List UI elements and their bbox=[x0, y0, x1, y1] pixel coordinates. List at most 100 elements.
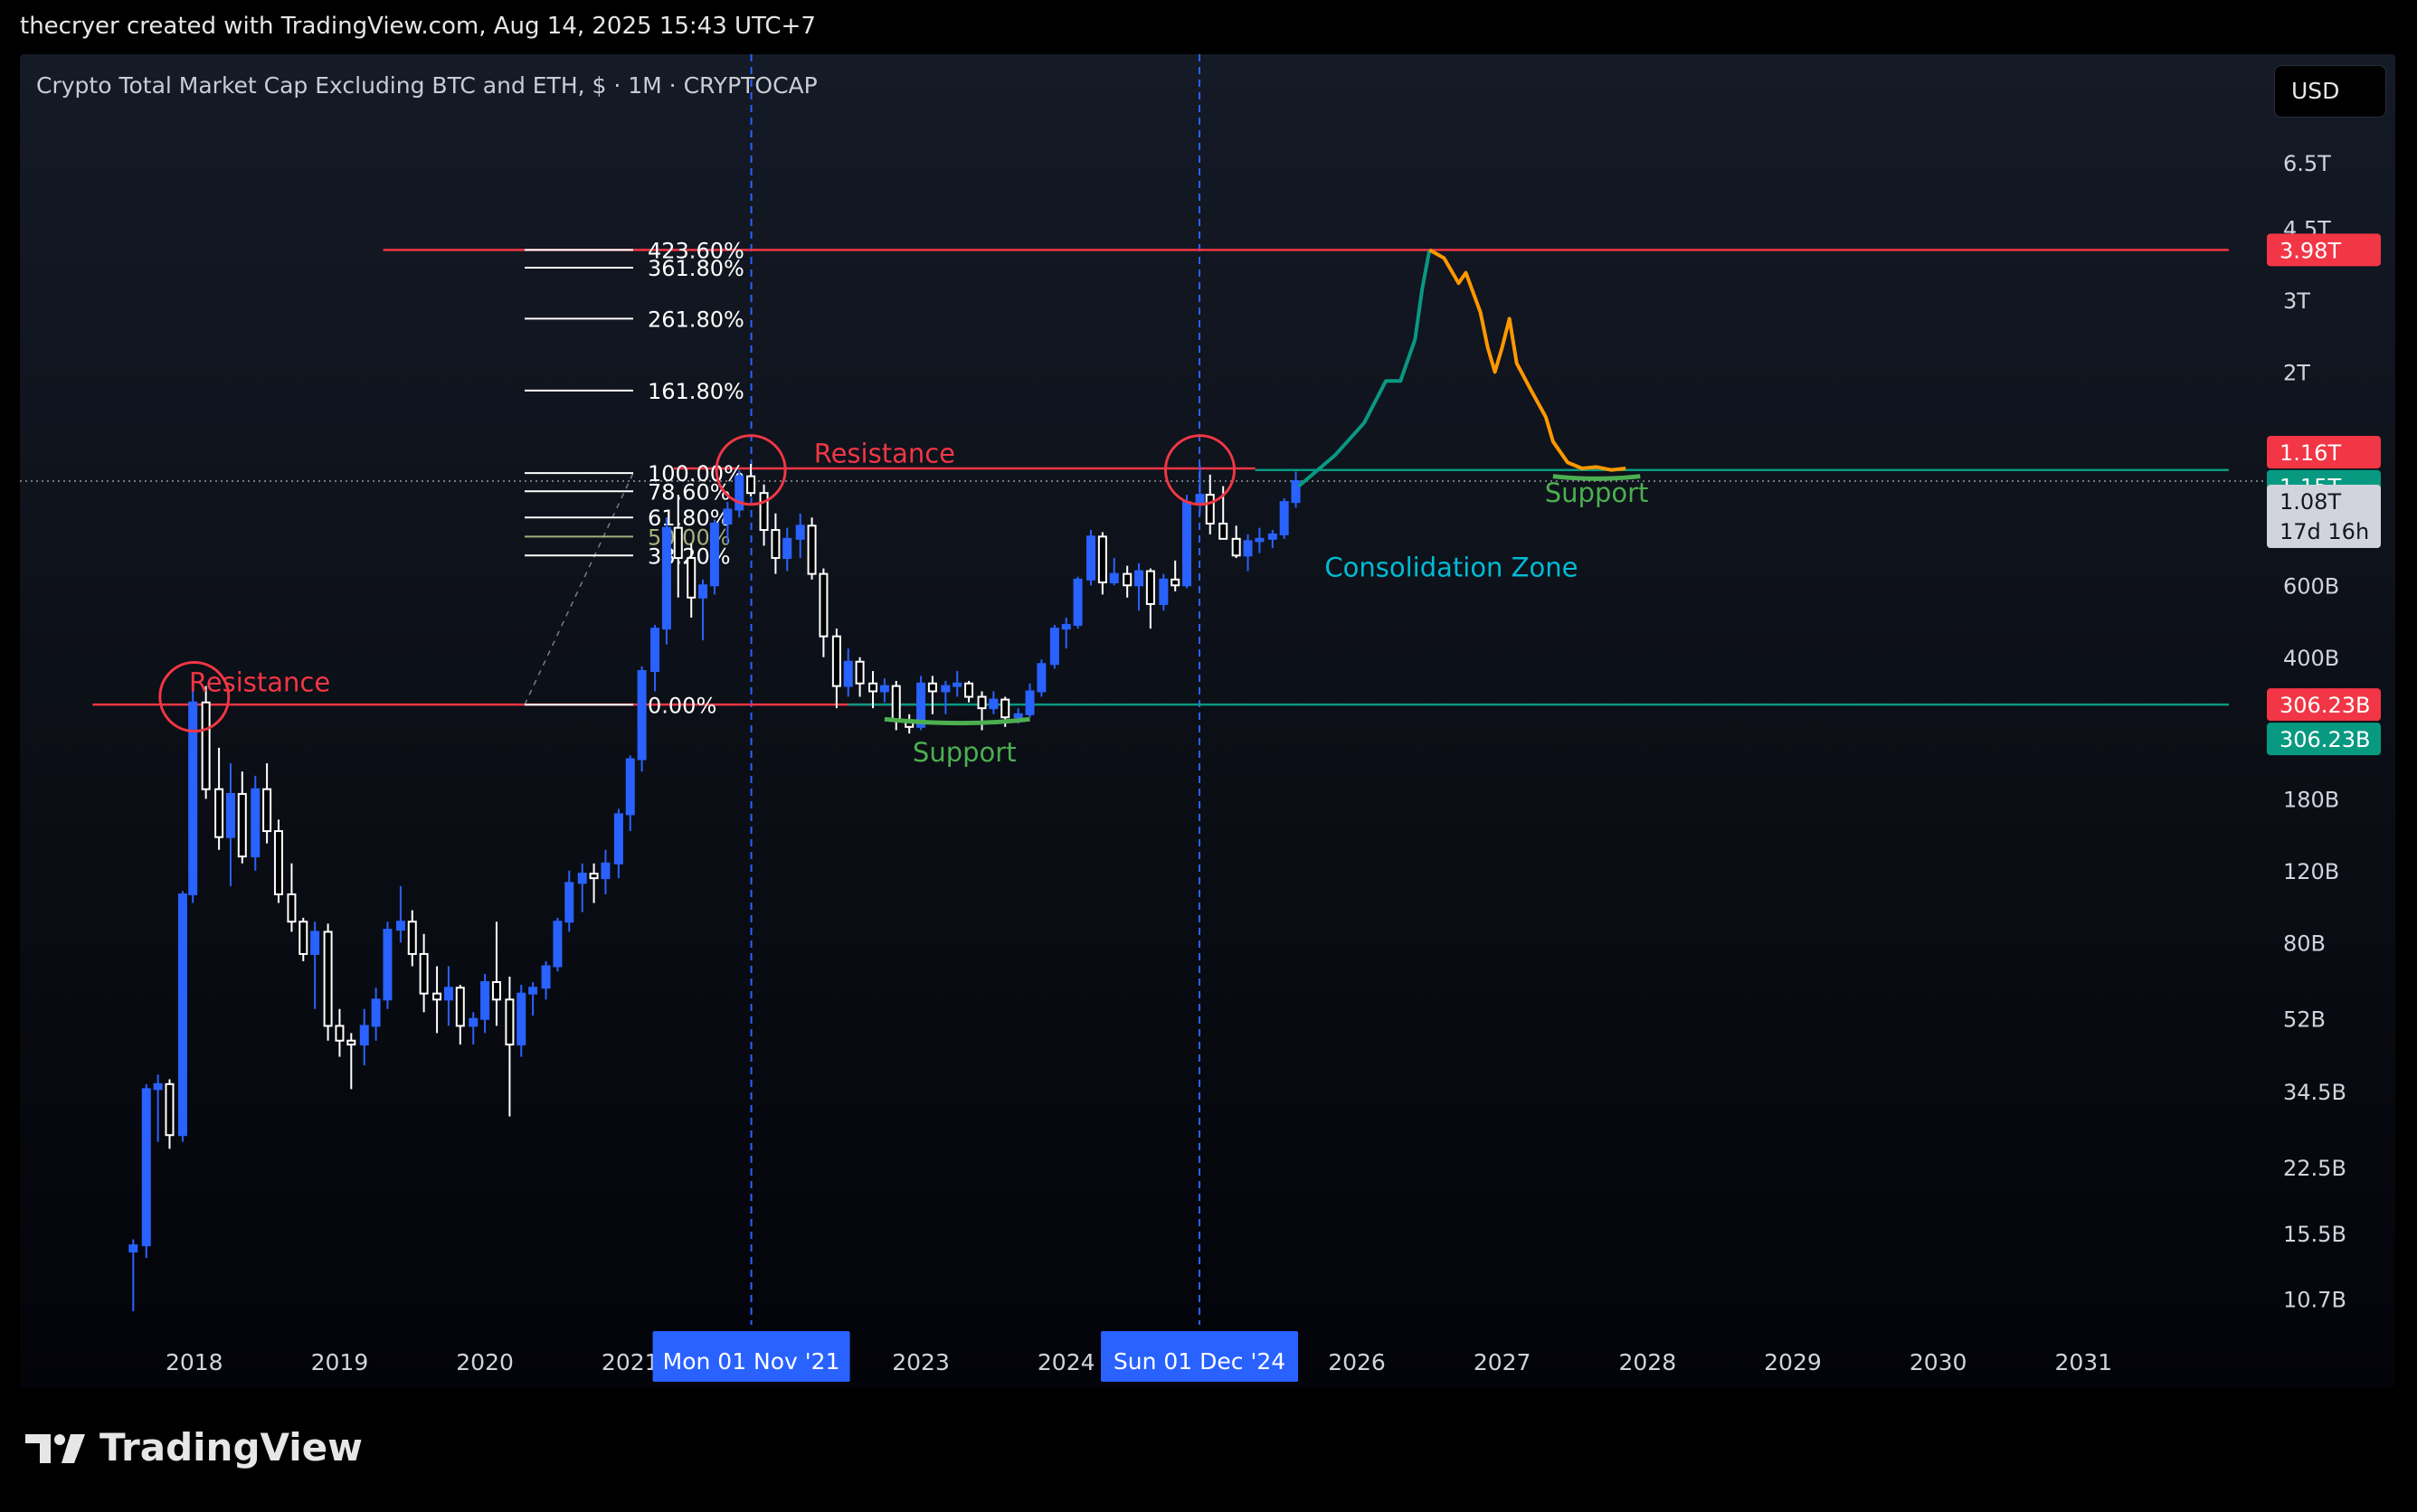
candle-body bbox=[1061, 624, 1071, 630]
candle-body bbox=[564, 882, 574, 923]
candle-body bbox=[953, 682, 962, 687]
candle-body bbox=[1145, 570, 1155, 605]
candle-body bbox=[1195, 494, 1205, 504]
date-label: Mon 01 Nov '21 bbox=[663, 1348, 840, 1375]
candle-body bbox=[153, 1082, 163, 1091]
x-axis-tick: 2023 bbox=[892, 1349, 950, 1375]
candle-body bbox=[819, 572, 829, 638]
candle-body bbox=[1182, 501, 1192, 587]
candle-body bbox=[1086, 535, 1096, 581]
y-axis-tick: 2T bbox=[2283, 360, 2310, 385]
candle-body bbox=[1279, 501, 1289, 535]
fib-level-label: 161.80% bbox=[648, 379, 744, 404]
candle-body bbox=[383, 929, 393, 1001]
y-axis-tick: 80B bbox=[2283, 931, 2326, 956]
x-axis-tick: 2026 bbox=[1328, 1349, 1386, 1375]
candle-body bbox=[577, 873, 587, 884]
fib-trend-line bbox=[524, 472, 634, 705]
candle-body bbox=[273, 830, 283, 895]
forecast-rise-line bbox=[1297, 250, 1432, 488]
x-axis-tick: 2024 bbox=[1038, 1349, 1095, 1375]
price-chart[interactable]: 423.60%361.80%261.80%161.80%100.00%78.60… bbox=[0, 0, 2417, 1512]
candle-body bbox=[335, 1025, 345, 1042]
candle-body bbox=[419, 952, 429, 995]
fib-level-label: 0.00% bbox=[648, 693, 716, 718]
candle-body bbox=[1159, 578, 1169, 605]
candle-body bbox=[528, 987, 538, 995]
x-axis-tick: 2027 bbox=[1474, 1349, 1531, 1375]
candle-body bbox=[517, 992, 526, 1046]
candle-body bbox=[432, 992, 442, 1001]
candle-body bbox=[395, 921, 405, 931]
candle-body bbox=[491, 981, 501, 1001]
x-axis-tick: 2029 bbox=[1764, 1349, 1822, 1375]
candle-body bbox=[1073, 578, 1083, 627]
candle-body bbox=[1205, 494, 1215, 525]
candle-body bbox=[637, 670, 647, 761]
candle-body bbox=[455, 987, 465, 1027]
x-axis-tick: 2028 bbox=[1619, 1349, 1677, 1375]
symbol-legend[interactable]: Crypto Total Market Cap Excluding BTC an… bbox=[36, 72, 818, 99]
price-label: 1.08T bbox=[2280, 489, 2341, 515]
candle-body bbox=[251, 788, 261, 858]
candle-body bbox=[879, 685, 889, 693]
candle-body bbox=[941, 685, 951, 693]
chart-annotation: Support bbox=[913, 737, 1017, 768]
x-axis-tick: 2031 bbox=[2054, 1349, 2112, 1375]
x-axis-tick: 2019 bbox=[311, 1349, 369, 1375]
candle-body bbox=[287, 893, 297, 923]
candle-body bbox=[1255, 537, 1265, 543]
y-axis-tick: 120B bbox=[2283, 859, 2339, 884]
y-axis-tick: 6.5T bbox=[2283, 151, 2331, 176]
candle-body bbox=[407, 921, 417, 955]
candle-body bbox=[359, 1025, 369, 1046]
y-axis-tick: 34.5B bbox=[2283, 1080, 2346, 1105]
candle-body bbox=[1231, 537, 1241, 557]
price-label: 1.16T bbox=[2280, 440, 2341, 466]
candle-body bbox=[1171, 578, 1180, 587]
candle-body bbox=[843, 660, 853, 687]
y-axis-tick: 10.7B bbox=[2283, 1288, 2346, 1313]
candle-body bbox=[214, 788, 224, 838]
candle-body bbox=[1049, 628, 1059, 666]
candle-body bbox=[807, 524, 817, 575]
candle-body bbox=[891, 685, 901, 722]
candle-body bbox=[1013, 713, 1023, 719]
price-label: 306.23B bbox=[2280, 693, 2370, 718]
chart-annotation: Resistance bbox=[189, 666, 330, 697]
tradingview-logo-icon bbox=[25, 1434, 85, 1463]
candle-body bbox=[589, 873, 599, 880]
candle-body bbox=[323, 931, 333, 1027]
y-axis-tick: 22.5B bbox=[2283, 1156, 2346, 1181]
candle-body bbox=[746, 475, 756, 495]
candle-body bbox=[1025, 690, 1035, 715]
candle-body bbox=[782, 537, 792, 560]
candle-body bbox=[613, 813, 623, 865]
candle-body bbox=[601, 862, 611, 880]
candle-body bbox=[735, 475, 744, 511]
support-underline bbox=[884, 716, 1030, 726]
candle-body bbox=[201, 701, 211, 790]
candle-body bbox=[759, 492, 769, 532]
y-axis-tick: 15.5B bbox=[2283, 1222, 2346, 1247]
y-axis-tick: 3T bbox=[2283, 288, 2310, 314]
x-axis-tick: 2021 bbox=[602, 1349, 659, 1375]
currency-button[interactable]: USD bbox=[2274, 65, 2386, 118]
x-axis-tick: 2018 bbox=[166, 1349, 223, 1375]
candle-body bbox=[687, 557, 697, 599]
candle-body bbox=[371, 998, 381, 1027]
candle-body bbox=[989, 698, 999, 710]
candle-body bbox=[795, 524, 805, 540]
candle-body bbox=[1000, 698, 1010, 719]
candle-body bbox=[346, 1039, 356, 1046]
candle-body bbox=[541, 965, 551, 989]
candle-body bbox=[723, 508, 733, 525]
y-axis-tick: 400B bbox=[2283, 646, 2339, 671]
brand-name: TradingView bbox=[100, 1425, 363, 1469]
candle-body bbox=[964, 682, 974, 698]
chart-annotation: Consolidation Zone bbox=[1324, 553, 1578, 583]
fib-level-label: 361.80% bbox=[648, 256, 744, 281]
candle-body bbox=[927, 682, 937, 693]
candle-body bbox=[1267, 533, 1277, 540]
y-axis-tick: 52B bbox=[2283, 1007, 2326, 1033]
